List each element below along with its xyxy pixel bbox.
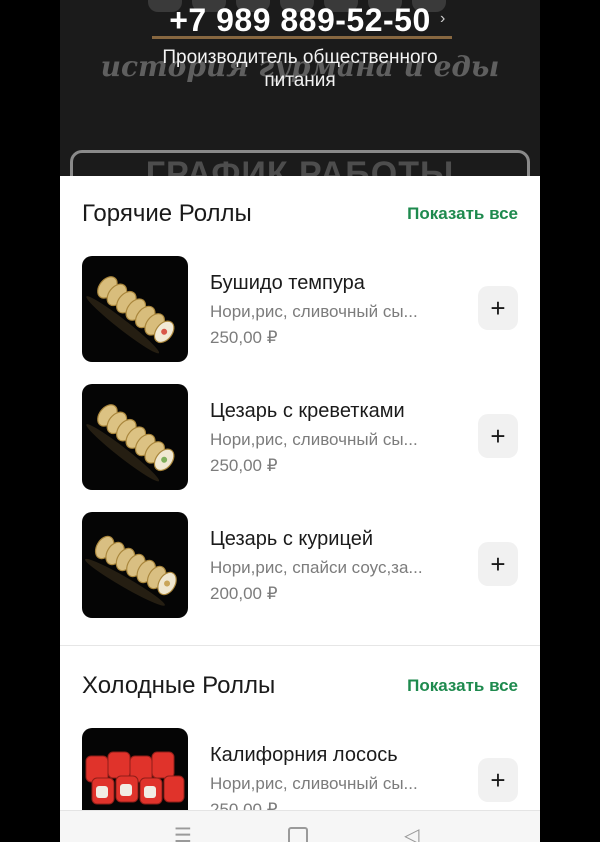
menu-item[interactable]: Бушидо темпура Нори,рис, сливочный сы...… [82,256,518,364]
section-title: Горячие Роллы [82,200,252,227]
menu-sheet: Горячие Роллы Показать все Бушидо темпур… [60,176,540,834]
section-title: Холодные Роллы [82,672,276,699]
item-description: Нори,рис, сливочный сы... [210,774,418,793]
app-screen: история гурмана и еды +7 989 889-52-50 ›… [60,0,540,842]
system-nav-bar: ☰ ◁ [60,810,540,842]
item-price: 250,00 ₽ [210,328,278,347]
item-description: Нори,рис, спайси соус,за... [210,558,423,577]
menu-item[interactable]: Цезарь с курицей Нори,рис, спайси соус,з… [82,512,518,620]
home-icon[interactable] [288,827,308,842]
item-price: 250,00 ₽ [210,456,278,475]
roll-photo [82,256,188,362]
roll-photo [82,384,188,490]
item-name: Цезарь с курицей [210,528,373,550]
show-all-link[interactable]: Показать все [407,676,518,696]
restaurant-header: история гурмана и еды +7 989 889-52-50 ›… [60,0,540,190]
add-to-cart-button[interactable]: + [478,758,518,802]
add-to-cart-button[interactable]: + [478,414,518,458]
item-name: Бушидо темпура [210,272,365,294]
back-icon[interactable]: ◁ [404,823,419,842]
add-to-cart-button[interactable]: + [478,542,518,586]
show-all-link[interactable]: Показать все [407,204,518,224]
section-divider [60,645,540,646]
item-description: Нори,рис, сливочный сы... [210,302,418,321]
roll-photo [82,512,188,618]
item-name: Калифорния лосось [210,744,398,766]
item-description: Нори,рис, сливочный сы... [210,430,418,449]
add-to-cart-button[interactable]: + [478,286,518,330]
restaurant-subtitle: Производитель общественного питания [162,47,438,91]
phone-number-link[interactable]: +7 989 889-52-50 [60,2,540,39]
menu-icon[interactable]: ☰ [174,823,192,842]
item-price: 200,00 ₽ [210,584,278,603]
item-name: Цезарь с креветками [210,400,405,422]
chevron-right-icon[interactable]: › [440,10,445,28]
menu-item[interactable]: Цезарь с креветками Нори,рис, сливочный … [82,384,518,492]
